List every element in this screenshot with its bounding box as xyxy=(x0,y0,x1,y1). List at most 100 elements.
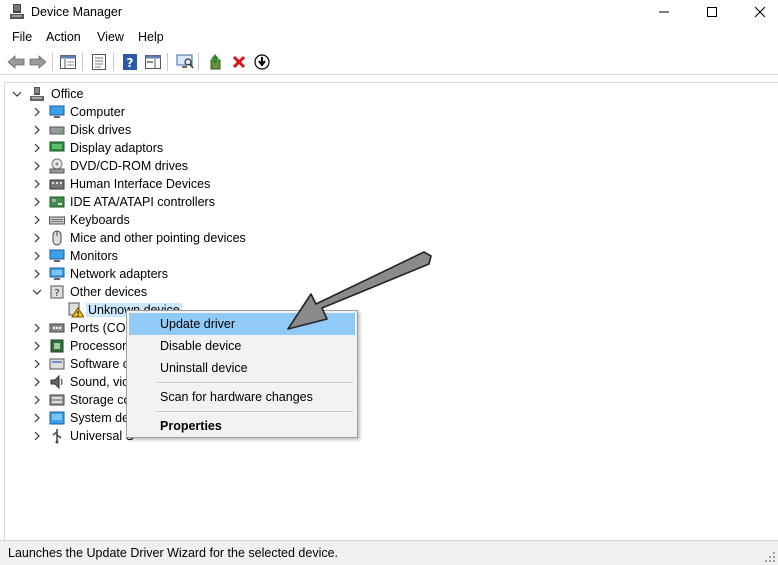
ctx-uninstall-device[interactable]: Uninstall device xyxy=(129,357,355,379)
tree-node-dvd-drive[interactable]: DVD/CD-ROM drives xyxy=(0,157,260,175)
chevron-right-icon[interactable] xyxy=(32,251,42,261)
update-driver-icon xyxy=(210,54,221,70)
disable-device-toolbar-button[interactable] xyxy=(252,53,272,71)
tree-node-keyboard[interactable]: Keyboards xyxy=(0,211,260,229)
menu-bar: File Action View Help xyxy=(0,27,778,49)
chevron-right-icon[interactable] xyxy=(32,161,42,171)
chevron-right-icon[interactable] xyxy=(32,269,42,279)
tree-node-root[interactable]: Office xyxy=(0,85,200,103)
forward-arrow-icon xyxy=(29,55,47,69)
disk-drive-icon xyxy=(49,126,65,135)
other-devices-icon: ? xyxy=(50,285,64,299)
tree-node-mouse[interactable]: Mice and other pointing devices xyxy=(0,229,260,247)
title-bar: Device Manager xyxy=(0,0,778,26)
maximize-button[interactable] xyxy=(688,0,736,24)
tree-node-network-adapter[interactable]: Network adapters xyxy=(0,265,260,283)
chevron-right-icon[interactable] xyxy=(32,179,42,189)
chevron-right-icon[interactable] xyxy=(32,377,42,387)
tree-node-disk-drive[interactable]: Disk drives xyxy=(0,121,260,139)
tree-node-ide-controller[interactable]: IDE ATA/ATAPI controllers xyxy=(0,193,260,211)
storage-controller-icon xyxy=(49,394,65,406)
uninstall-device-toolbar-button[interactable] xyxy=(229,53,249,71)
tree-node-hid[interactable]: Human Interface Devices xyxy=(0,175,260,193)
scan-monitor-icon xyxy=(176,54,194,69)
resize-grip-icon[interactable] xyxy=(764,551,776,563)
dvd-drive-icon xyxy=(49,158,65,174)
help-icon: ? xyxy=(123,54,137,70)
action-pane-button[interactable] xyxy=(143,53,163,71)
ctx-scan-hardware[interactable]: Scan for hardware changes xyxy=(129,386,355,408)
svg-text:?: ? xyxy=(127,56,134,70)
tree-node-computer[interactable]: Computer xyxy=(0,103,260,121)
ctx-update-driver[interactable]: Update driver xyxy=(129,313,355,335)
scan-hardware-button[interactable] xyxy=(175,53,195,71)
chevron-right-icon[interactable] xyxy=(32,395,42,405)
tree-node-label: System de xyxy=(70,411,130,425)
back-button[interactable] xyxy=(6,53,26,71)
ports-icon xyxy=(49,323,65,333)
chevron-right-icon[interactable] xyxy=(32,431,42,441)
forward-button[interactable] xyxy=(28,53,48,71)
computer-icon xyxy=(49,105,65,118)
software-component-icon xyxy=(49,358,65,370)
ctx-scan-hardware-label: Scan for hardware changes xyxy=(160,390,313,404)
tree-node-label: Mice and other pointing devices xyxy=(70,231,246,245)
monitor-icon xyxy=(49,249,65,262)
action-pane-icon xyxy=(145,55,161,69)
console-tree-icon xyxy=(60,55,76,69)
chevron-right-icon[interactable] xyxy=(32,125,42,135)
chevron-right-icon[interactable] xyxy=(32,107,42,117)
menu-help[interactable]: Help xyxy=(138,30,164,44)
toolbar: ? xyxy=(0,49,778,75)
ide-controller-icon xyxy=(49,196,65,208)
toolbar-separator xyxy=(82,53,83,71)
tree-node-display-adapter[interactable]: Display adaptors xyxy=(0,139,260,157)
chevron-right-icon[interactable] xyxy=(32,215,42,225)
properties-toolbar-button[interactable] xyxy=(89,53,109,71)
ctx-disable-device[interactable]: Disable device xyxy=(129,335,355,357)
help-toolbar-button[interactable]: ? xyxy=(120,53,140,71)
back-arrow-icon xyxy=(7,55,25,69)
chevron-right-icon[interactable] xyxy=(32,197,42,207)
maximize-icon xyxy=(707,7,717,17)
toolbar-separator xyxy=(113,53,114,71)
properties-sheet-icon xyxy=(92,54,106,70)
ctx-properties-label: Properties xyxy=(160,419,222,433)
update-driver-toolbar-button[interactable] xyxy=(206,53,226,71)
office-computer-icon xyxy=(30,87,44,101)
chevron-right-icon[interactable] xyxy=(32,341,42,351)
tree-node-label: IDE ATA/ATAPI controllers xyxy=(70,195,215,209)
tree-node-monitor[interactable]: Monitors xyxy=(0,247,260,265)
tree-node-label: Sound, vic xyxy=(70,375,129,389)
chevron-right-icon[interactable] xyxy=(32,413,42,423)
tree-node-label: Disk drives xyxy=(70,123,132,137)
close-button[interactable] xyxy=(736,0,778,24)
tree-node-label: Monitors xyxy=(70,249,118,263)
chevron-right-icon[interactable] xyxy=(32,143,42,153)
tree-node-label: Keyboards xyxy=(70,213,130,227)
red-x-icon xyxy=(232,55,246,69)
ctx-properties[interactable]: Properties xyxy=(129,415,355,437)
tree-node-other-devices[interactable]: ? Other devices xyxy=(0,283,260,301)
toolbar-separator xyxy=(198,53,199,71)
show-hide-console-tree-button[interactable] xyxy=(58,53,78,71)
context-menu: Update driver Disable device Uninstall d… xyxy=(126,310,358,438)
menu-file[interactable]: File xyxy=(12,30,32,44)
ctx-uninstall-device-label: Uninstall device xyxy=(160,361,248,375)
tree-node-label: Processors xyxy=(70,339,133,353)
status-bar: Launches the Update Driver Wizard for th… xyxy=(0,540,778,565)
chevron-down-icon[interactable] xyxy=(32,287,42,297)
tree-root-label: Office xyxy=(51,87,84,101)
ctx-disable-device-label: Disable device xyxy=(160,339,242,353)
tree-node-label: DVD/CD-ROM drives xyxy=(70,159,189,173)
tree-node-label: Human Interface Devices xyxy=(70,177,211,191)
chevron-right-icon[interactable] xyxy=(32,323,42,333)
minimize-button[interactable] xyxy=(640,0,688,24)
chevron-right-icon[interactable] xyxy=(32,359,42,369)
hid-icon xyxy=(49,179,65,190)
menu-action[interactable]: Action xyxy=(46,30,81,44)
chevron-down-icon[interactable] xyxy=(12,89,22,99)
menu-view[interactable]: View xyxy=(97,30,124,44)
chevron-right-icon[interactable] xyxy=(32,233,42,243)
ctx-update-driver-label: Update driver xyxy=(160,317,236,331)
